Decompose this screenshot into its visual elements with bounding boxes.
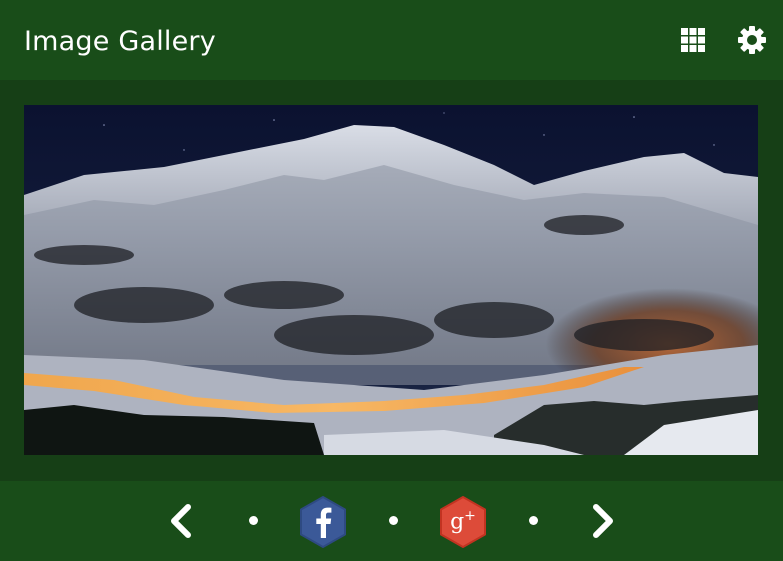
- facebook-share-button[interactable]: [299, 496, 347, 548]
- gallery-area: [0, 80, 783, 481]
- settings-button[interactable]: [736, 24, 768, 56]
- mountain-night-photo: [24, 105, 758, 455]
- separator-dot: [389, 516, 398, 525]
- chevron-right-icon: [593, 504, 613, 538]
- grid-view-button[interactable]: [677, 24, 709, 56]
- gear-icon: [738, 26, 766, 54]
- chevron-left-icon: [171, 504, 191, 538]
- google-plus-label: g+: [450, 508, 476, 535]
- google-plus-share-button[interactable]: g+: [439, 496, 487, 548]
- facebook-icon: [300, 496, 346, 548]
- separator-dot: [249, 516, 258, 525]
- page-title: Image Gallery: [24, 26, 216, 57]
- gallery-nav-bar: g+: [0, 481, 783, 561]
- grid-icon: [681, 28, 705, 52]
- gallery-image[interactable]: [24, 105, 758, 455]
- separator-dot: [529, 516, 538, 525]
- previous-button[interactable]: [166, 503, 194, 543]
- next-button[interactable]: [590, 503, 618, 543]
- app-header: Image Gallery: [0, 0, 783, 80]
